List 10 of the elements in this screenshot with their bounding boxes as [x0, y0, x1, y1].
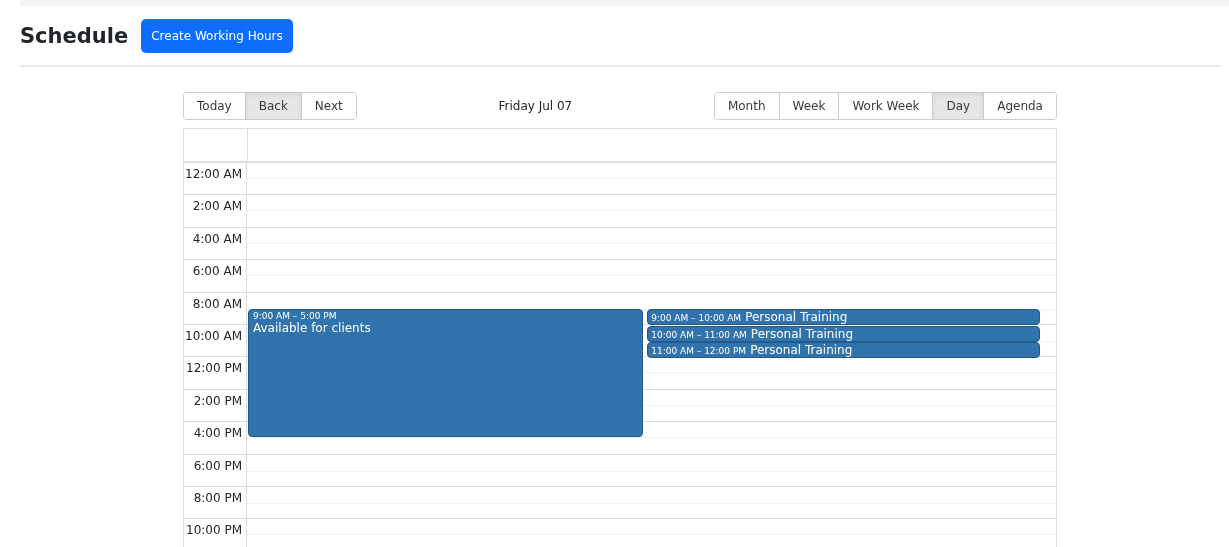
- view-tab[interactable]: Day: [933, 93, 985, 119]
- event-block[interactable]: 9:00 AM – 5:00 PM Available for clients: [248, 309, 644, 437]
- date-label: Friday Jul 07: [498, 99, 573, 113]
- create-working-hours-button[interactable]: Create Working Hours: [141, 19, 293, 53]
- nav-button[interactable]: Today: [184, 93, 246, 119]
- event-block[interactable]: 11:00 AM – 12:00 PM Personal Training: [647, 342, 1040, 358]
- view-tab[interactable]: Month: [714, 93, 780, 119]
- event-block[interactable]: 9:00 AM – 10:00 AM Personal Training: [647, 309, 1040, 325]
- page-title: Schedule: [20, 24, 129, 48]
- nav-button[interactable]: Back: [245, 93, 302, 119]
